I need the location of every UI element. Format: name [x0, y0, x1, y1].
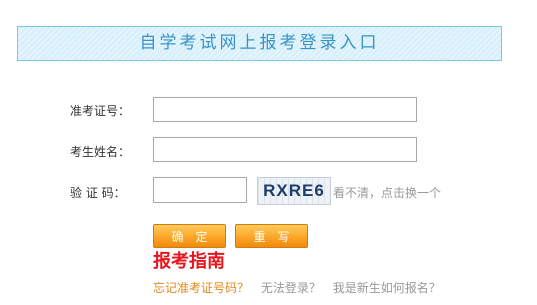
header-banner: 自学考试网上报考登录入口 [17, 26, 502, 61]
captcha-input[interactable] [153, 177, 247, 203]
captcha-label: 验 证 码： [70, 186, 126, 200]
captcha-image-text: RXRE6 [263, 181, 325, 200]
name-input[interactable] [153, 137, 417, 162]
name-label: 考生姓名： [70, 145, 131, 159]
page-title: 自学考试网上报考登录入口 [139, 33, 380, 53]
confirm-button[interactable]: 确定 [153, 224, 226, 248]
exam-id-label: 准考证号： [70, 104, 131, 118]
guide-heading: 报考指南 [153, 251, 225, 272]
help-links: 忘记准考证号码？ 无法登录？ 我是新生如何报名？ [153, 279, 449, 296]
forgot-exam-id-link[interactable]: 忘记准考证号码？ [153, 281, 249, 295]
reset-button[interactable]: 重写 [235, 224, 308, 248]
cannot-login-link[interactable]: 无法登录？ [261, 281, 321, 295]
captcha-refresh-link[interactable]: 看不清，点击换一个 [333, 184, 441, 201]
new-student-register-link[interactable]: 我是新生如何报名？ [333, 281, 441, 295]
exam-id-input[interactable] [153, 97, 417, 122]
captcha-image[interactable]: RXRE6 [257, 177, 331, 205]
